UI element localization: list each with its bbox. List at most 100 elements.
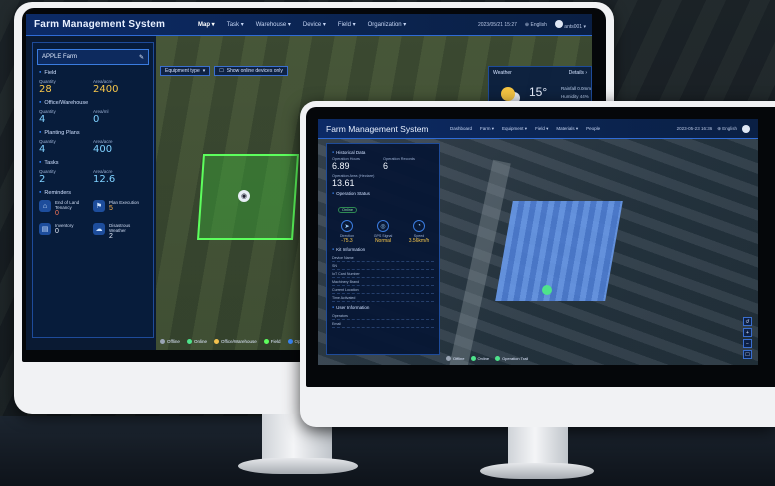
section-title: Office/Warehouse xyxy=(39,99,147,106)
equipment-type-dropdown[interactable]: Equipment type ▾ xyxy=(160,66,211,76)
reminder-plan-execution[interactable]: ⚑ Plan Execution 5 xyxy=(93,200,147,217)
info-row: Operators xyxy=(332,312,434,320)
avatar xyxy=(554,19,563,28)
nav-task[interactable]: Task ▾ xyxy=(227,21,244,28)
house-icon: ⌂ xyxy=(39,200,51,212)
legend-trail: Operation Trail xyxy=(495,356,528,361)
nav-equipment[interactable]: Equipment ▾ xyxy=(502,126,527,132)
reminder-value: 0 xyxy=(55,210,59,217)
datetime: 2023/05/21 15:27 xyxy=(477,21,517,28)
reminder-weather[interactable]: ☁ Disastrous Weather 2 xyxy=(93,223,147,240)
layers-icon[interactable]: ☐ xyxy=(743,350,752,359)
nav-dashboard[interactable]: Dashboard xyxy=(450,126,472,132)
section-title: Operation Status xyxy=(332,191,434,196)
top-bar: Farm Management System Map ▾ Task ▾ Ware… xyxy=(26,14,592,36)
top-bar-right: 2023/05/21 15:27 ⊕ English ants001 ▾ xyxy=(477,19,592,30)
user-menu[interactable]: ants001 ▾ xyxy=(554,19,586,30)
app-title: Farm Management System xyxy=(326,123,429,134)
section-planting-plans: Planting Plans Quantity4 Area/acre400 xyxy=(39,129,147,155)
section-field: Field Quantity28 Area/acre2400 xyxy=(39,69,147,95)
sunny-icon xyxy=(501,87,515,101)
info-row: SN xyxy=(332,262,434,270)
map-legend: Offline Online Office/Warehouse Field Op… xyxy=(160,339,322,344)
section-title: Planting Plans xyxy=(39,129,147,136)
temperature: 15° xyxy=(529,85,548,99)
nav-field[interactable]: Field ▾ xyxy=(535,126,548,132)
monitor-right-stand xyxy=(508,427,568,467)
avatar[interactable] xyxy=(742,124,750,133)
app-title: Farm Management System xyxy=(34,19,166,30)
show-online-checkbox[interactable]: ☐ Show online devices only xyxy=(214,66,288,76)
section-office-warehouse: Office/Warehouse Quantity4 Area/ml0 xyxy=(39,99,147,125)
zoom-in-icon[interactable]: + xyxy=(743,328,752,337)
screen-right: Farm Management System Dashboard Farm ▾ … xyxy=(318,119,758,365)
reminder-inventory[interactable]: ▤ Inventory 0 xyxy=(39,223,93,240)
nav-map[interactable]: Map ▾ xyxy=(198,21,215,28)
device-marker-icon[interactable] xyxy=(542,285,552,295)
tractor-marker-icon[interactable]: ◉ xyxy=(238,190,250,202)
section-title: User Information xyxy=(332,305,434,310)
legend-offline: Offline xyxy=(446,356,465,361)
stat-value: 400 xyxy=(93,144,113,155)
info-row: Machinery Brand xyxy=(332,278,434,286)
map-legend: Offline Online Operation Trail xyxy=(446,356,528,361)
zoom-out-icon[interactable]: − xyxy=(743,339,752,348)
weather-details-link[interactable]: Details › xyxy=(569,70,587,76)
language-select[interactable]: ⊕ English xyxy=(525,22,547,28)
legend-online: Online xyxy=(186,339,207,344)
section-reminders: Reminders ⌂ End of Land Tenancy0 ⚑ Plan … xyxy=(39,189,147,240)
farm-select[interactable]: APPLE Farm ✎ xyxy=(37,49,149,65)
stat-value: 28 xyxy=(39,84,52,95)
status-value: -75.3 xyxy=(341,238,353,244)
main-nav: Dashboard Farm ▾ Equipment ▾ Field ▾ Mat… xyxy=(450,126,600,132)
weather-rainfall: Rainfall 0.0mm xyxy=(561,86,592,91)
stat-value: 0 xyxy=(93,114,100,125)
speed-icon: ◔ xyxy=(413,220,425,232)
nav-farm[interactable]: Farm ▾ xyxy=(480,126,494,132)
datetime: 2023-05-23 16:36 xyxy=(676,126,713,131)
operation-status: ➤ Direction -75.3 ◎ GPS Signal Normal ◔ Speed… xyxy=(332,220,434,244)
reminder-label: End of Land Tenancy xyxy=(55,200,80,210)
road xyxy=(443,159,511,365)
nav-field[interactable]: Field ▾ xyxy=(338,21,356,28)
nav-materials[interactable]: Materials ▾ xyxy=(556,126,578,132)
section-title: Tasks xyxy=(39,159,147,166)
farm-select-value: APPLE Farm xyxy=(42,54,78,60)
device-info-panel: Historical Data Operation Hours6.89 Oper… xyxy=(326,143,440,355)
stat-value: 2400 xyxy=(93,84,119,95)
stat-value: 4 xyxy=(39,114,46,125)
map-tools: ↺ + − ☐ xyxy=(743,317,752,359)
flag-icon: ⚑ xyxy=(93,200,105,212)
legend-offline: Offline xyxy=(160,339,180,344)
cloud-icon: ☁ xyxy=(93,223,105,235)
nav-device[interactable]: Device ▾ xyxy=(303,21,326,28)
edit-icon[interactable]: ✎ xyxy=(139,54,144,61)
chevron-down-icon: ▾ xyxy=(202,68,206,74)
stat-value: 4 xyxy=(39,144,46,155)
top-bar: Farm Management System Dashboard Farm ▾ … xyxy=(318,119,758,139)
reminder-land-tenancy[interactable]: ⌂ End of Land Tenancy 0 xyxy=(39,200,93,217)
reminder-value: 5 xyxy=(109,205,113,212)
status-value: Normal xyxy=(374,238,392,244)
monitor-left-base xyxy=(238,458,358,474)
legend-office: Office/Warehouse xyxy=(213,339,257,344)
reminder-label: Disastrous Weather xyxy=(109,223,131,233)
reset-icon[interactable]: ↺ xyxy=(743,317,752,326)
legend-field: Field xyxy=(263,339,281,344)
info-row: Current Location xyxy=(332,286,434,294)
section-title: Historical Data xyxy=(332,150,434,155)
stats-sidebar: APPLE Farm ✎ Field Quantity28 Area/acre2… xyxy=(32,42,154,338)
nav-organization[interactable]: Organization ▾ xyxy=(368,21,407,28)
info-row: Email xyxy=(332,320,434,328)
main-nav: Map ▾ Task ▾ Warehouse ▾ Device ▾ Field … xyxy=(198,21,406,28)
weather-title: Weather xyxy=(493,70,512,76)
nav-people[interactable]: People xyxy=(586,126,600,132)
language-select[interactable]: ⊕ English xyxy=(717,126,737,132)
solar-greenhouse-roof xyxy=(495,201,623,301)
section-title: Field xyxy=(39,69,147,76)
reminder-label: Plan Execution xyxy=(109,200,140,205)
nav-warehouse[interactable]: Warehouse ▾ xyxy=(256,21,291,28)
info-row: Device Name xyxy=(332,254,434,262)
info-row: Time Activated xyxy=(332,294,434,302)
basket-icon: ▤ xyxy=(39,223,51,235)
